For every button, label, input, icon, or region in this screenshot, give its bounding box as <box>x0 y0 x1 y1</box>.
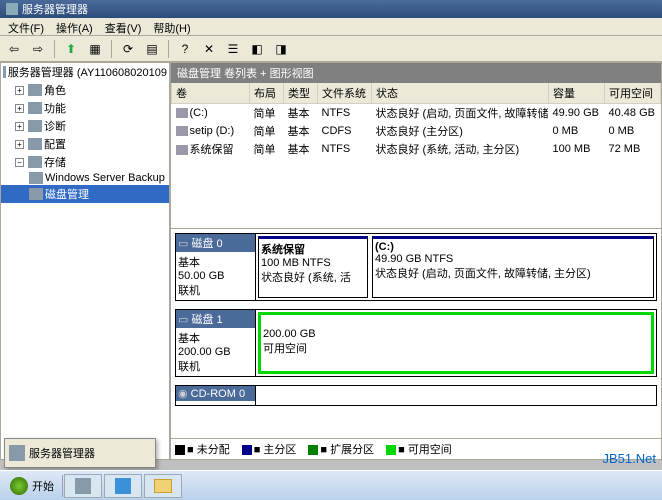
start-button[interactable]: 开始 <box>2 475 63 497</box>
server-icon <box>75 478 91 494</box>
floating-panel-label: 服务器管理器 <box>29 445 95 461</box>
tool-button[interactable]: ◨ <box>271 39 291 59</box>
disk-0-info: ▭ 磁盘 0 基本50.00 GB联机 <box>176 234 256 300</box>
tree-diag[interactable]: +诊断 <box>1 117 169 135</box>
tree-storage[interactable]: −存储 <box>1 153 169 171</box>
properties-button[interactable]: ▤ <box>142 39 162 59</box>
col-fs[interactable]: 文件系统 <box>318 83 372 104</box>
table-header-row: 卷 布局 类型 文件系统 状态 容量 可用空间 <box>172 83 661 104</box>
legend: ■ 未分配 ■ 主分区 ■ 扩展分区 ■ 可用空间 <box>171 438 661 459</box>
menu-view[interactable]: 查看(V) <box>105 20 142 33</box>
swatch-ext <box>308 445 318 455</box>
menu-file[interactable]: 文件(F) <box>8 20 44 33</box>
sep <box>111 40 112 58</box>
main-window: 服务器管理器 文件(F) 操作(A) 查看(V) 帮助(H) ⇦ ⇨ ⬆ ▦ ⟳… <box>0 0 662 460</box>
cdrom-row[interactable]: ◉ CD-ROM 0 <box>175 385 657 406</box>
role-icon <box>28 84 42 96</box>
titlebar[interactable]: 服务器管理器 <box>0 0 662 18</box>
table-row[interactable]: setip (D:)简单基本CDFS状态良好 (主分区)0 MB0 MB <box>172 122 661 140</box>
floating-panel[interactable]: 服务器管理器 <box>4 438 156 468</box>
pane-header: 磁盘管理 卷列表 + 图形视图 <box>171 63 661 83</box>
col-status[interactable]: 状态 <box>372 83 549 104</box>
settings-button[interactable]: ☰ <box>223 39 243 59</box>
tree-feature[interactable]: +功能 <box>1 99 169 117</box>
col-free[interactable]: 可用空间 <box>605 83 661 104</box>
menu-action[interactable]: 操作(A) <box>56 20 93 33</box>
menu-help[interactable]: 帮助(H) <box>153 20 190 33</box>
disk-graph[interactable]: ▭ 磁盘 0 基本50.00 GB联机 系统保留100 MB NTFS状态良好 … <box>171 228 661 438</box>
taskbar[interactable]: 开始 <box>0 470 662 500</box>
col-vol[interactable]: 卷 <box>172 83 250 104</box>
refresh-button[interactable]: ⟳ <box>118 39 138 59</box>
diag-icon <box>28 120 42 132</box>
folder-icon <box>154 479 172 493</box>
storage-icon <box>28 156 42 168</box>
vol-icon <box>176 145 188 155</box>
windows-orb-icon <box>10 477 28 495</box>
volume-list[interactable]: 卷 布局 类型 文件系统 状态 容量 可用空间 (C:)简单基本NTFS状态良好… <box>171 83 661 228</box>
disk-icon <box>29 188 43 200</box>
backup-icon <box>29 172 43 184</box>
nav-tree[interactable]: 服务器管理器 (AY110608020109 +角色 +功能 +诊断 +配置 −… <box>0 62 170 460</box>
app-icon <box>6 3 18 15</box>
feature-icon <box>28 102 42 114</box>
swatch-free <box>386 445 396 455</box>
task-button[interactable] <box>64 474 102 498</box>
vol-icon <box>176 126 188 136</box>
swatch-primary <box>242 445 252 455</box>
up-button[interactable]: ⬆ <box>61 39 81 59</box>
disk0-c-partition[interactable]: (C:)49.90 GB NTFS状态良好 (启动, 页面文件, 故障转储, 主… <box>372 236 654 298</box>
server-icon <box>9 445 25 461</box>
cdrom-info: ◉ CD-ROM 0 <box>176 386 256 405</box>
table-row[interactable]: (C:)简单基本NTFS状态良好 (启动, 页面文件, 故障转储, 主分区)49… <box>172 104 661 123</box>
disk1-free-space[interactable]: 200.00 GB可用空间 <box>258 312 654 374</box>
forward-button[interactable]: ⇨ <box>28 39 48 59</box>
tool-button[interactable]: ◧ <box>247 39 267 59</box>
disk-0-row[interactable]: ▭ 磁盘 0 基本50.00 GB联机 系统保留100 MB NTFS状态良好 … <box>175 233 657 301</box>
task-button[interactable] <box>144 474 182 498</box>
back-button[interactable]: ⇦ <box>4 39 24 59</box>
task-button[interactable] <box>104 474 142 498</box>
watermark: JB51.Net <box>603 451 656 466</box>
col-capacity[interactable]: 容量 <box>549 83 605 104</box>
server-icon <box>3 66 6 78</box>
disk-1-row[interactable]: ▭ 磁盘 1 基本200.00 GB联机 200.00 GB可用空间 <box>175 309 657 377</box>
col-layout[interactable]: 布局 <box>250 83 284 104</box>
delete-button[interactable]: ✕ <box>199 39 219 59</box>
col-type[interactable]: 类型 <box>284 83 318 104</box>
tree-config[interactable]: +配置 <box>1 135 169 153</box>
config-icon <box>28 138 42 150</box>
window-title: 服务器管理器 <box>22 1 88 17</box>
swatch-unalloc <box>175 445 185 455</box>
tree-wsb[interactable]: Windows Server Backup <box>1 171 169 185</box>
start-label: 开始 <box>32 478 54 494</box>
disk0-system-reserved[interactable]: 系统保留100 MB NTFS状态良好 (系统, 活 <box>258 236 368 298</box>
sep <box>168 40 169 58</box>
tree-diskmgmt[interactable]: 磁盘管理 <box>1 185 169 203</box>
vol-icon <box>176 108 188 118</box>
sep <box>54 40 55 58</box>
show-hide-button[interactable]: ▦ <box>85 39 105 59</box>
table-row[interactable]: 系统保留简单基本NTFS状态良好 (系统, 活动, 主分区)100 MB72 M… <box>172 140 661 158</box>
tree-root[interactable]: 服务器管理器 (AY110608020109 <box>1 63 169 81</box>
toolbar: ⇦ ⇨ ⬆ ▦ ⟳ ▤ ? ✕ ☰ ◧ ◨ <box>0 36 662 62</box>
disk-1-info: ▭ 磁盘 1 基本200.00 GB联机 <box>176 310 256 376</box>
menubar: 文件(F) 操作(A) 查看(V) 帮助(H) <box>0 18 662 36</box>
content-pane: 磁盘管理 卷列表 + 图形视图 卷 布局 类型 文件系统 状态 容量 可用空间 … <box>170 62 662 460</box>
tree-role[interactable]: +角色 <box>1 81 169 99</box>
help-button[interactable]: ? <box>175 39 195 59</box>
monitor-icon <box>115 478 131 494</box>
